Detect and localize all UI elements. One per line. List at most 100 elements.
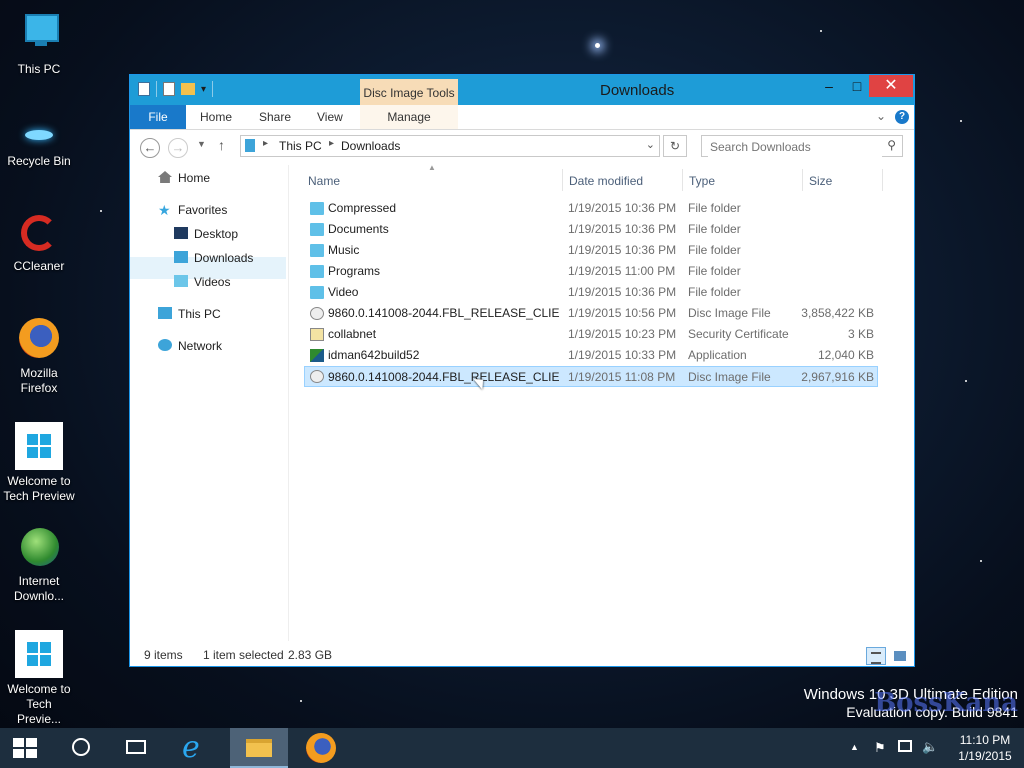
nav-item-desktop[interactable]: Desktop [174,223,238,245]
expand-ribbon-icon[interactable]: ⌄ [876,109,886,123]
desktop-icon-recycle-bin[interactable]: Recycle Bin [2,120,76,169]
file-list: ▲ Name Date modified Type Size Compresse… [290,163,914,641]
file-date: 1/19/2015 10:36 PM [568,201,677,215]
tab-home[interactable]: Home [200,105,232,129]
desktop-icon-welcome-tech-preview-2[interactable]: Welcome to Tech Previe... [2,630,76,727]
file-name: Documents [328,222,389,236]
file-name: 9860.0.141008-2044.FBL_RELEASE_CLIENT... [328,370,560,384]
nav-item-downloads[interactable]: Downloads [174,247,253,269]
desktop-icon-this-pc[interactable]: This PC [2,10,76,77]
search-box[interactable]: ⚲ [701,135,903,157]
nav-label: Downloads [194,251,254,265]
nav-item-this-pc[interactable]: This PC [158,303,221,325]
refresh-button[interactable]: ↻ [663,135,687,157]
back-button[interactable]: ← [140,138,160,158]
desktop-icon-welcome-tech-preview[interactable]: Welcome to Tech Preview [2,422,76,504]
tab-manage[interactable]: Manage [360,105,458,129]
file-date: 1/19/2015 10:36 PM [568,222,677,236]
this-pc-icon [15,10,63,58]
breadcrumb-this-pc[interactable]: This PC [279,139,322,153]
address-dropdown-icon[interactable]: ⌄ [646,138,655,151]
breadcrumb-chevron-icon: ▸ [329,138,335,149]
ccleaner-icon [15,215,63,255]
desktop-icon-label: Welcome to Tech Previe... [7,682,71,726]
recycle-bin-icon [15,120,63,150]
tab-share[interactable]: Share [259,105,291,129]
folder-icon [310,265,324,278]
address-bar[interactable]: ▸ This PC ▸ Downloads ⌄ [240,135,660,157]
list-item[interactable]: Documents 1/19/2015 10:36 PM File folder [304,219,878,240]
list-item[interactable]: Music 1/19/2015 10:36 PM File folder [304,240,878,261]
tab-file[interactable]: File [130,105,186,129]
start-button[interactable] [0,728,50,768]
nav-item-videos[interactable]: Videos [174,271,230,293]
help-icon[interactable]: ? [895,110,909,124]
videos-folder-icon [174,275,188,287]
close-button[interactable]: ✕ [869,75,913,97]
search-input[interactable] [708,137,882,157]
file-date: 1/19/2015 10:36 PM [568,285,677,299]
nav-label: Desktop [194,227,239,241]
navigation-pane: Home ★ Favorites Desktop Downloads Videos… [130,165,289,641]
details-view-button[interactable] [866,647,886,665]
column-header-date[interactable]: Date modified [569,171,643,191]
nav-item-home[interactable]: Home [158,167,210,189]
file-explorer-window: ▾ Disc Image Tools Downloads – □ ✕ File … [129,74,915,667]
star [980,560,982,562]
nav-label: Home [178,171,211,185]
desktop-icon-internet-download-manager[interactable]: Internet Downlo... [2,526,76,604]
desktop-icon-ccleaner[interactable]: CCleaner [2,215,76,274]
large-icons-view-icon [894,651,906,661]
column-header-type[interactable]: Type [689,171,715,191]
column-divider[interactable] [562,169,563,191]
tab-view[interactable]: View [317,105,343,129]
list-item[interactable]: Compressed 1/19/2015 10:36 PM File folde… [304,198,878,219]
title-bar[interactable]: ▾ Disc Image Tools Downloads – □ ✕ [130,75,914,105]
file-date: 1/19/2015 11:08 PM [568,370,676,384]
nav-item-network[interactable]: Network [158,335,222,357]
large-icons-view-button[interactable] [890,647,910,665]
forward-button[interactable]: → [168,138,188,158]
breadcrumb-downloads[interactable]: Downloads [341,139,400,153]
list-item[interactable]: idman642build52 1/19/2015 10:33 PM Appli… [304,345,878,366]
search-button[interactable] [58,728,108,768]
show-hidden-icons-icon[interactable]: ▲ [850,742,859,752]
file-explorer-button[interactable] [230,728,288,768]
file-type: File folder [688,264,741,278]
customize-qat-icon[interactable]: ▾ [201,84,206,95]
application-icon [310,349,324,362]
action-center-flag-icon[interactable]: ⚑ [874,740,886,756]
file-name: collabnet [328,327,377,341]
list-item-selected[interactable]: 9860.0.141008-2044.FBL_RELEASE_CLIENT...… [304,366,878,387]
volume-muted-icon[interactable]: 🔈 [922,739,938,755]
file-date: 1/19/2015 10:56 PM [568,306,677,320]
task-view-button[interactable] [113,728,163,768]
windows-logo-icon [15,630,63,678]
search-icon[interactable]: ⚲ [887,138,896,152]
column-header-size[interactable]: Size [809,171,832,191]
nav-item-favorites[interactable]: ★ Favorites [158,199,227,221]
disc-image-icon [310,307,324,320]
column-divider[interactable] [882,169,883,191]
network-icon[interactable] [898,740,912,752]
firefox-icon [306,733,336,763]
column-divider[interactable] [802,169,803,191]
nav-label: Favorites [178,203,228,217]
internet-explorer-button[interactable]: e [172,728,222,768]
list-item[interactable]: Video 1/19/2015 10:36 PM File folder [304,282,878,303]
list-item[interactable]: collabnet 1/19/2015 10:23 PM Security Ce… [304,324,878,345]
new-folder-icon[interactable] [181,83,195,95]
up-button[interactable]: ↑ [218,137,225,153]
column-header-name[interactable]: Name [308,171,340,191]
desktop-icon-firefox[interactable]: Mozilla Firefox [2,318,76,396]
list-item[interactable]: 9860.0.141008-2044.FBL_RELEASE_CLIENT...… [304,303,878,324]
recent-locations-icon[interactable]: ▼ [197,139,206,149]
sort-ascending-icon: ▲ [428,163,436,172]
column-divider[interactable] [682,169,683,191]
list-item[interactable]: Programs 1/19/2015 11:00 PM File folder [304,261,878,282]
firefox-button[interactable] [296,728,346,768]
properties-icon[interactable] [163,82,175,96]
clock[interactable]: 11:10 PM 1/19/2015 [950,732,1020,764]
file-type: File folder [688,201,741,215]
home-icon [158,171,172,183]
